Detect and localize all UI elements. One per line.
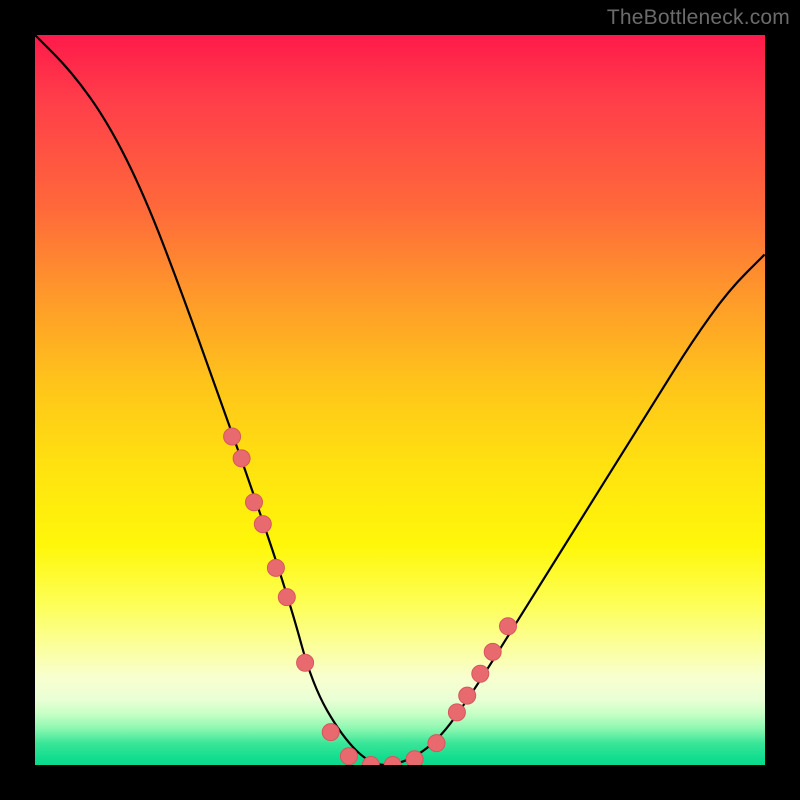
curve-marker bbox=[297, 654, 314, 671]
curve-marker bbox=[340, 748, 357, 765]
curve-marker bbox=[406, 751, 423, 765]
chart-svg bbox=[35, 35, 765, 765]
curve-marker bbox=[428, 735, 445, 752]
curve-marker bbox=[322, 724, 339, 741]
curve-marker bbox=[448, 704, 465, 721]
bottleneck-curve bbox=[35, 35, 765, 765]
plot-area bbox=[35, 35, 765, 765]
curve-marker bbox=[500, 618, 517, 635]
curve-marker bbox=[472, 665, 489, 682]
curve-marker bbox=[267, 559, 284, 576]
chart-frame: TheBottleneck.com bbox=[0, 0, 800, 800]
curve-marker bbox=[484, 643, 501, 660]
curve-markers bbox=[224, 428, 517, 765]
curve-marker bbox=[246, 494, 263, 511]
watermark-text: TheBottleneck.com bbox=[607, 6, 790, 30]
curve-marker bbox=[233, 450, 250, 467]
curve-marker bbox=[459, 687, 476, 704]
curve-marker bbox=[254, 516, 271, 533]
curve-marker bbox=[384, 757, 401, 766]
curve-marker bbox=[278, 589, 295, 606]
curve-marker bbox=[224, 428, 241, 445]
